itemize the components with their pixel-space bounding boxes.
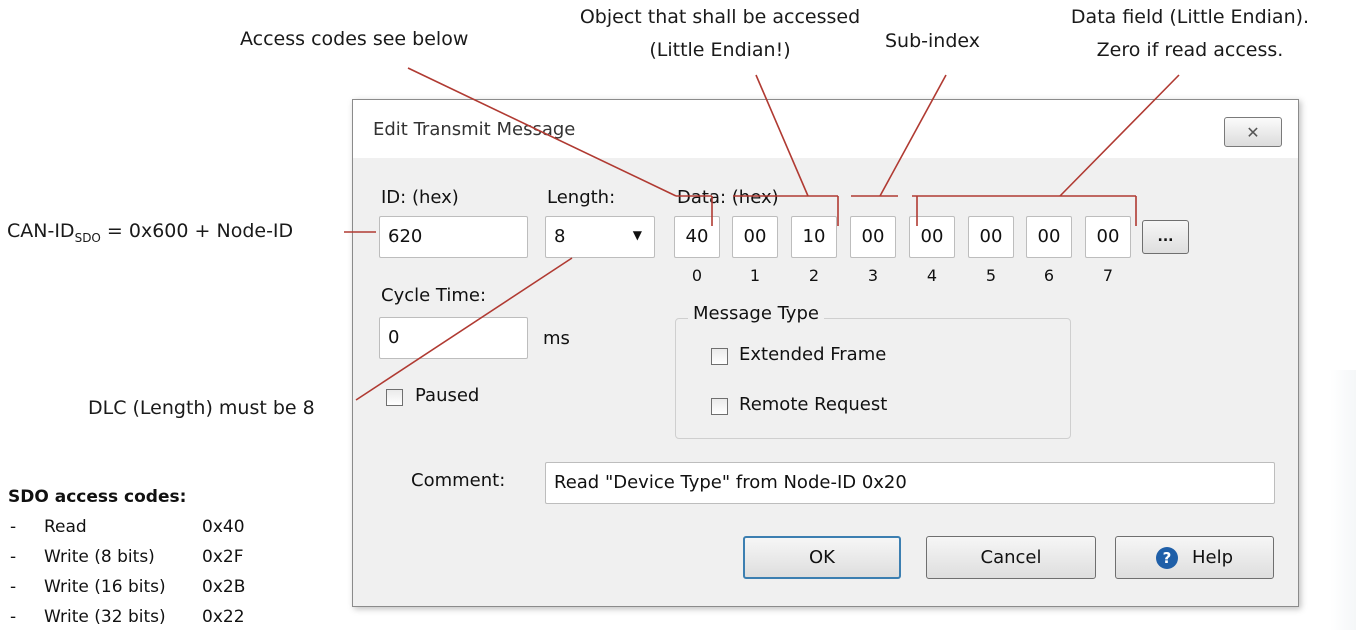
sdo-code-name: Write (8 bits) — [44, 547, 155, 567]
sdo-codes-title: SDO access codes: — [8, 487, 187, 507]
id-input[interactable]: 620 — [379, 216, 528, 258]
comment-label: Comment: — [411, 470, 506, 491]
annotation-can-id-suffix: = 0x600 + Node-ID — [100, 220, 294, 242]
length-label: Length: — [547, 187, 616, 208]
byte-index: 1 — [749, 266, 761, 285]
data-byte-1[interactable]: 00 — [732, 216, 778, 258]
annotation-datafield-line1: Data field (Little Endian). — [1070, 6, 1310, 28]
close-icon: ✕ — [1246, 122, 1260, 142]
comment-input[interactable]: Read "Device Type" from Node-ID 0x20 — [545, 462, 1275, 504]
byte-index: 0 — [691, 266, 703, 285]
chevron-down-icon: ▼ — [632, 228, 642, 242]
annotation-dlc: DLC (Length) must be 8 — [88, 397, 315, 419]
edit-transmit-message-dialog: Edit Transmit Message ✕ ID: (hex) Length… — [352, 99, 1299, 607]
byte-index: 2 — [808, 266, 820, 285]
id-label: ID: (hex) — [381, 187, 459, 208]
message-type-group — [675, 318, 1071, 439]
length-value: 8 — [554, 226, 566, 247]
data-byte-5[interactable]: 00 — [968, 216, 1014, 258]
byte-index: 4 — [926, 266, 938, 285]
length-select[interactable]: 8 ▼ — [545, 216, 655, 258]
ok-button[interactable]: OK — [743, 536, 901, 579]
list-item: - — [10, 607, 17, 627]
extended-frame-label: Extended Frame — [739, 344, 887, 365]
remote-request-checkbox[interactable] — [711, 398, 728, 415]
message-type-title: Message Type — [688, 303, 824, 324]
data-byte-0[interactable]: 40 — [674, 216, 720, 258]
help-icon: ? — [1155, 546, 1178, 569]
data-byte-4[interactable]: 00 — [909, 216, 955, 258]
data-byte-3[interactable]: 00 — [850, 216, 896, 258]
annotation-access-codes: Access codes see below — [240, 28, 469, 50]
annotation-can-id: CAN-IDSDO = 0x600 + Node-ID — [7, 219, 293, 250]
sdo-code-name: Read — [44, 517, 87, 537]
sdo-codes-panel: SDO access codes: - Read 0x40 - Write (8… — [8, 482, 328, 642]
list-item: - — [10, 547, 17, 567]
background-decoration — [1330, 370, 1356, 630]
sdo-code-name: Write (16 bits) — [44, 577, 166, 597]
paused-checkbox[interactable] — [386, 389, 403, 406]
annotation-can-id-sub: SDO — [74, 230, 101, 245]
annotation-subindex: Sub-index — [885, 30, 980, 52]
paused-label: Paused — [415, 385, 480, 406]
byte-index: 7 — [1102, 266, 1114, 285]
data-more-button[interactable]: ... — [1142, 220, 1189, 254]
annotation-can-id-prefix: CAN-ID — [7, 220, 75, 242]
help-button[interactable]: ? Help — [1115, 536, 1274, 579]
list-item: - — [10, 517, 17, 537]
byte-index: 6 — [1043, 266, 1055, 285]
list-item: - — [10, 577, 17, 597]
sdo-code-value: 0x40 — [202, 517, 245, 537]
sdo-code-name: Write (32 bits) — [44, 607, 166, 627]
sdo-code-value: 0x2F — [202, 547, 244, 567]
close-button[interactable]: ✕ — [1224, 117, 1282, 147]
annotation-object-line1: Object that shall be accessed — [579, 6, 861, 28]
cancel-button[interactable]: Cancel — [926, 536, 1096, 579]
cycle-time-input[interactable]: 0 — [379, 317, 528, 359]
dialog-title: Edit Transmit Message — [373, 119, 576, 140]
byte-index: 5 — [985, 266, 997, 285]
data-label: Data: (hex) — [677, 187, 779, 208]
extended-frame-checkbox[interactable] — [711, 348, 728, 365]
data-byte-6[interactable]: 00 — [1026, 216, 1072, 258]
data-byte-7[interactable]: 00 — [1085, 216, 1131, 258]
sdo-code-value: 0x2B — [202, 577, 246, 597]
cycle-time-unit: ms — [543, 328, 570, 349]
byte-index: 3 — [867, 266, 879, 285]
cycle-time-label: Cycle Time: — [381, 285, 487, 306]
annotation-object-line2: (Little Endian!) — [649, 39, 791, 61]
data-byte-2[interactable]: 10 — [791, 216, 837, 258]
remote-request-label: Remote Request — [739, 394, 888, 415]
help-button-label: Help — [1191, 547, 1234, 568]
annotation-datafield-line2: Zero if read access. — [1096, 39, 1284, 61]
sdo-code-value: 0x22 — [202, 607, 245, 627]
